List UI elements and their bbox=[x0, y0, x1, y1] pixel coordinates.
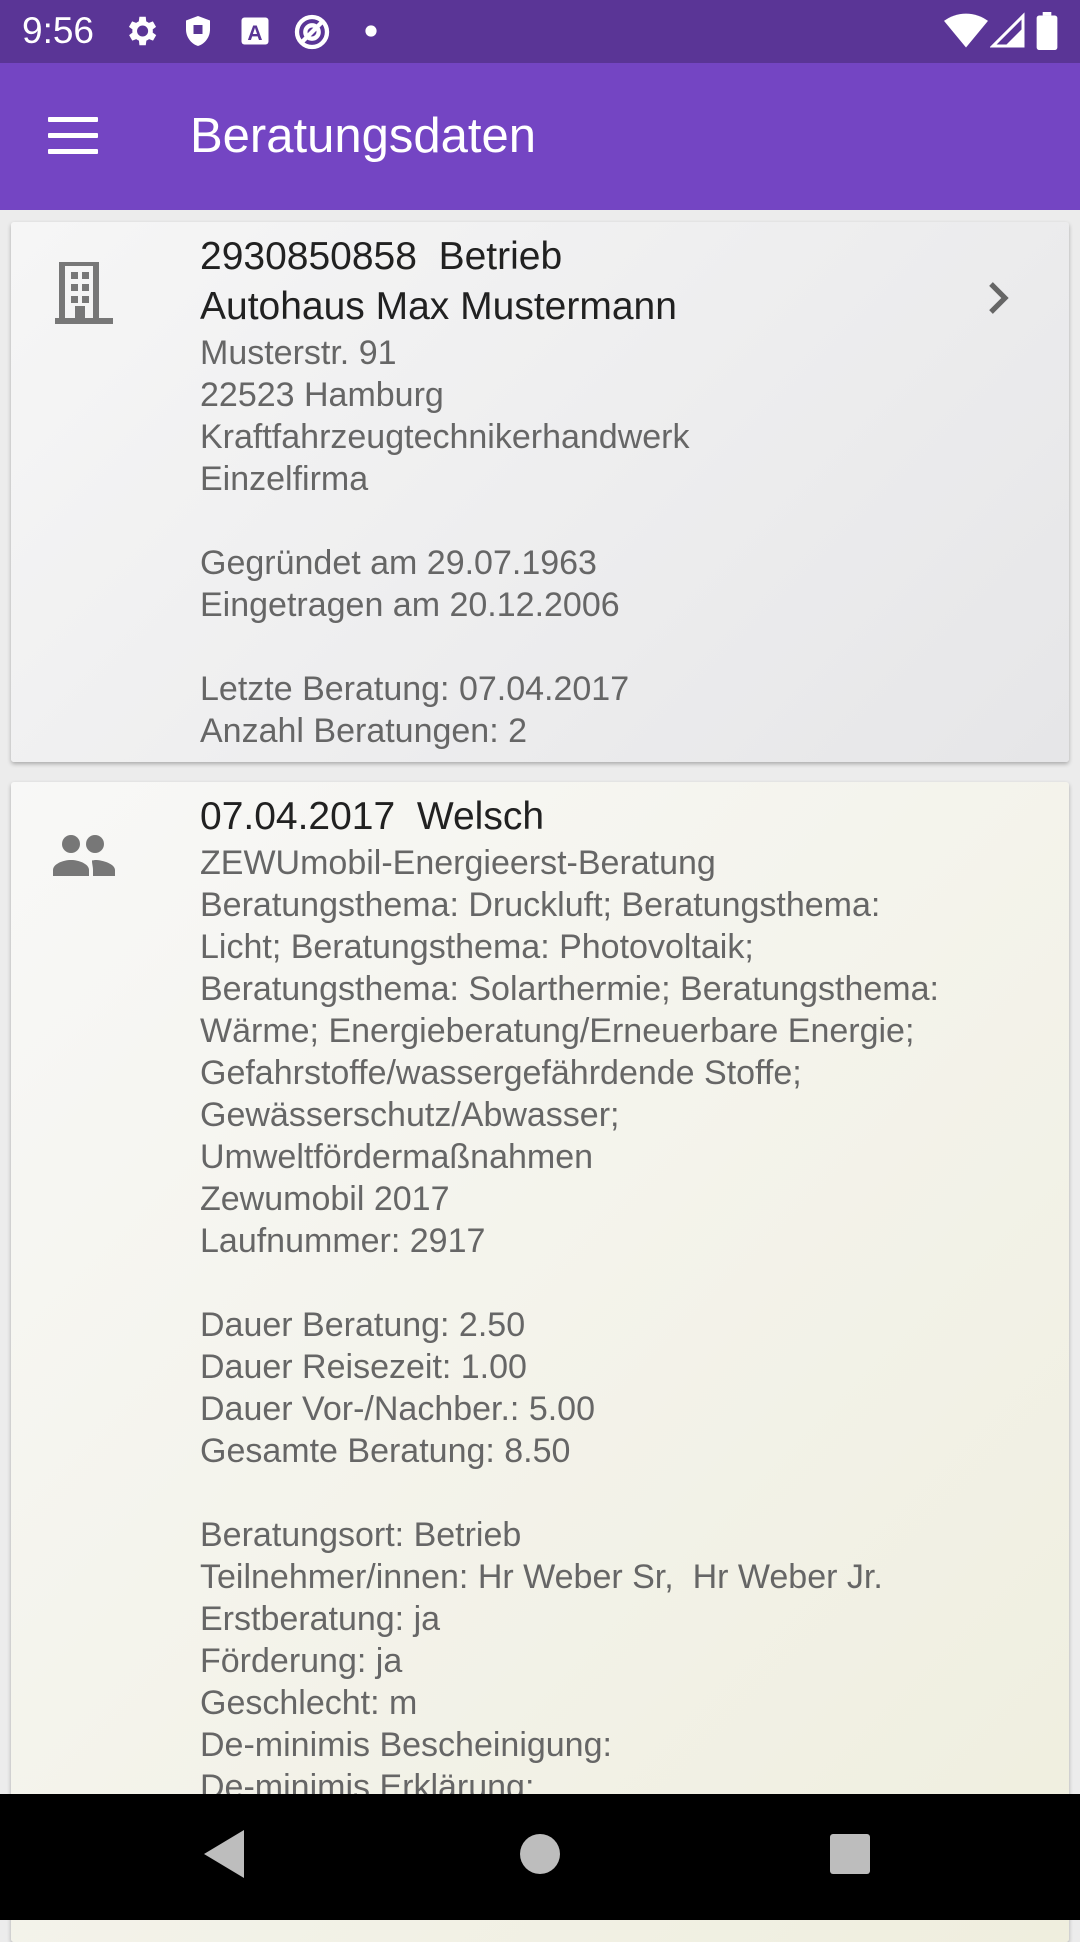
detail-line: De-minimis Bescheinigung: bbox=[200, 1726, 612, 1764]
consultation-count: Anzahl Beratungen: 2 bbox=[200, 712, 528, 750]
hamburger-menu-icon[interactable] bbox=[48, 117, 98, 155]
duration-line: Gesamte Beratung: 8.50 bbox=[200, 1432, 571, 1470]
topic-line: Gewässerschutz/Abwasser; bbox=[200, 1096, 620, 1134]
signal-icon bbox=[990, 12, 1025, 48]
dot-icon bbox=[365, 25, 377, 37]
consultation-card[interactable]: 07.04.2017 Welsch ZEWUmobil-Energieerst-… bbox=[11, 782, 1069, 1942]
topic-line: Laufnummer: 2917 bbox=[200, 1222, 486, 1260]
app-bar: Beratungsdaten bbox=[0, 63, 1080, 210]
detail-line: Geschlecht: m bbox=[200, 1684, 418, 1722]
sync-icon bbox=[294, 14, 330, 50]
page-title: Beratungsdaten bbox=[190, 109, 536, 163]
wifi-icon bbox=[944, 13, 988, 48]
topic-line: Gefahrstoffe/wassergefährdende Stoffe; bbox=[200, 1054, 802, 1092]
consultation-info: 07.04.2017 Welsch ZEWUmobil-Energieerst-… bbox=[200, 792, 1050, 1808]
home-icon[interactable] bbox=[520, 1830, 560, 1878]
company-registered: Eingetragen am 20.12.2006 bbox=[200, 586, 620, 624]
topic-line: Zewumobil 2017 bbox=[200, 1180, 450, 1218]
svg-text:A: A bbox=[247, 22, 262, 45]
recents-icon[interactable] bbox=[830, 1830, 870, 1878]
company-number-type: 2930850858 Betrieb bbox=[200, 235, 563, 278]
building-icon bbox=[55, 262, 113, 324]
topic-line: Licht; Beratungsthema: Photovoltaik; bbox=[200, 928, 754, 966]
gear-icon bbox=[128, 16, 157, 46]
navigation-bar bbox=[0, 1794, 1080, 1920]
topic-line: Umweltfördermaßnahmen bbox=[200, 1138, 594, 1176]
company-card[interactable]: 2930850858 Betrieb Autohaus Max Musterma… bbox=[11, 222, 1069, 762]
topic-line: Beratungsthema: Solarthermie; Beratungst… bbox=[200, 970, 939, 1008]
consultation-header: 07.04.2017 Welsch bbox=[200, 795, 545, 838]
company-founded: Gegründet am 29.07.1963 bbox=[200, 544, 597, 582]
company-street: Musterstr. 91 bbox=[200, 334, 397, 372]
detail-line: Förderung: ja bbox=[200, 1642, 403, 1680]
company-city: 22523 Hamburg bbox=[200, 376, 444, 414]
shield-icon bbox=[186, 16, 210, 46]
detail-line: Erstberatung: ja bbox=[200, 1600, 441, 1638]
duration-line: Dauer Vor-/Nachber.: 5.00 bbox=[200, 1390, 596, 1428]
status-time: 9:56 bbox=[22, 10, 95, 51]
a-badge-icon: A bbox=[241, 17, 269, 45]
status-bar: 9:56 A bbox=[0, 0, 1080, 63]
last-consultation: Letzte Beratung: 07.04.2017 bbox=[200, 670, 630, 708]
topic-line: Beratungsthema: Druckluft; Beratungsthem… bbox=[200, 886, 881, 924]
company-name: Autohaus Max Mustermann bbox=[200, 285, 677, 328]
people-icon bbox=[53, 835, 115, 876]
battery-icon bbox=[1036, 12, 1058, 50]
company-legal-form: Einzelfirma bbox=[200, 460, 369, 498]
topic-line: ZEWUmobil-Energieerst-Beratung bbox=[200, 844, 716, 882]
duration-line: Dauer Beratung: 2.50 bbox=[200, 1306, 526, 1344]
back-icon[interactable] bbox=[204, 1830, 244, 1878]
company-info: 2930850858 Betrieb Autohaus Max Musterma… bbox=[200, 232, 1050, 752]
detail-line: Teilnehmer/innen: Hr Weber Sr, Hr Weber … bbox=[200, 1558, 883, 1596]
topic-line: Wärme; Energieberatung/Erneuerbare Energ… bbox=[200, 1012, 915, 1050]
duration-line: Dauer Reisezeit: 1.00 bbox=[200, 1348, 527, 1386]
company-trade: Kraftfahrzeugtechnikerhandwerk bbox=[200, 418, 690, 456]
detail-line: Beratungsort: Betrieb bbox=[200, 1516, 522, 1554]
